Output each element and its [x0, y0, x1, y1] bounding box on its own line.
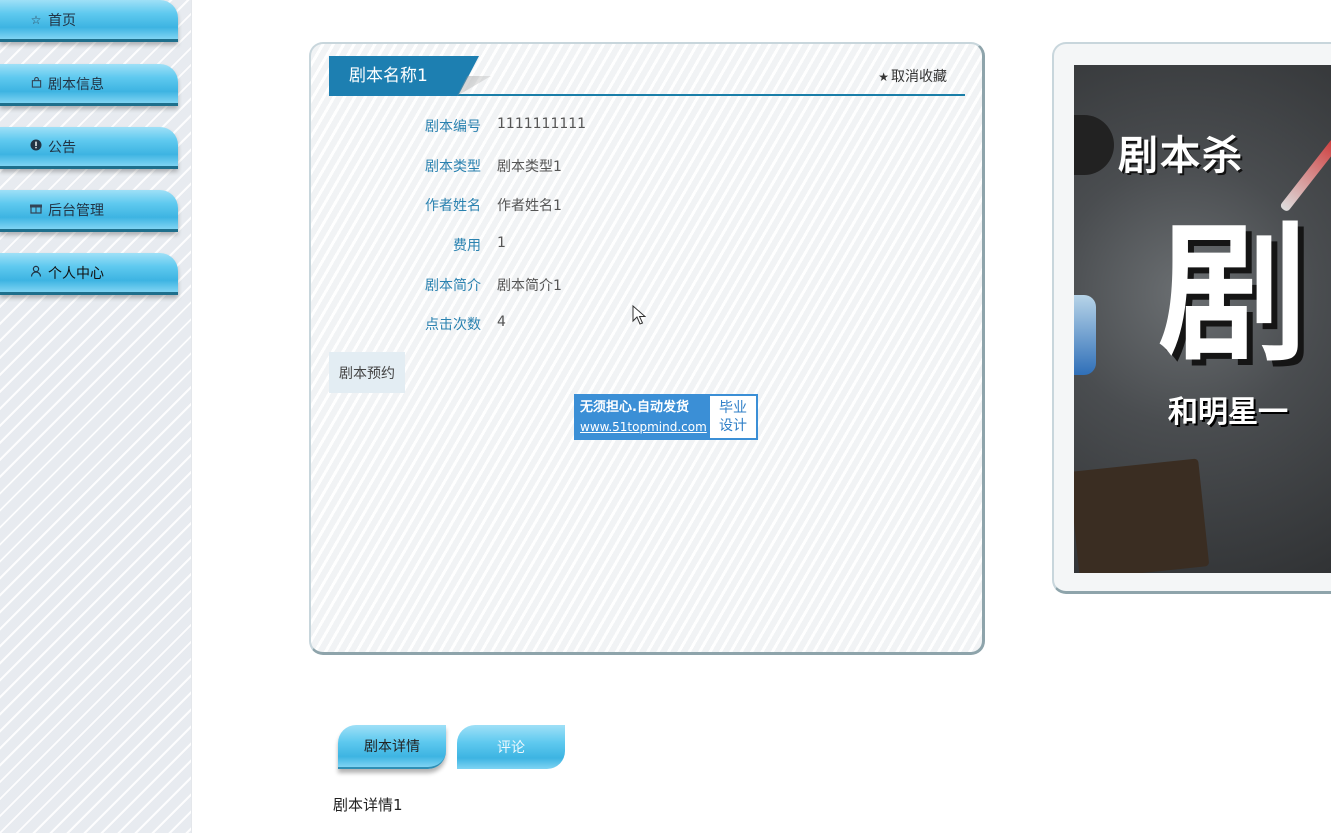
reserve-button[interactable]: 剧本预约: [329, 352, 405, 393]
ad-right-top: 毕业: [719, 400, 747, 416]
sidebar-item-label: 个人中心: [48, 265, 104, 282]
field-row-script-id: 剧本编号 1111111111: [311, 116, 971, 140]
field-value: 1: [497, 235, 506, 251]
field-label: 点击次数: [425, 317, 481, 333]
sidebar-item-script-info[interactable]: 剧本信息: [0, 64, 178, 106]
sidebar-item-label: 首页: [48, 12, 76, 29]
poster-subtitle: 和明星一: [1168, 395, 1288, 430]
field-label: 剧本类型: [425, 159, 481, 175]
field-value: 4: [497, 314, 506, 330]
ad-right-bottom: 设计: [719, 418, 747, 434]
detail-content: 剧本详情1: [333, 796, 403, 814]
sidebar-item-admin[interactable]: 后台管理: [0, 190, 178, 232]
mouse-cursor-icon: [632, 305, 646, 325]
star-filled-icon: ★: [878, 70, 889, 84]
sidebar-item-label: 公告: [48, 139, 76, 156]
sidebar-item-notice[interactable]: 公告: [0, 127, 178, 169]
poster-big-char: 剧: [1158, 208, 1309, 382]
alert-icon: [28, 139, 44, 154]
field-label: 剧本简介: [425, 278, 481, 294]
field-value: 剧本类型1: [497, 159, 562, 175]
ad-banner[interactable]: 无须担心.自动发货 www.51topmind.com 毕业 设计: [574, 394, 758, 440]
field-label: 剧本编号: [425, 119, 481, 135]
sidebar-item-profile[interactable]: 个人中心: [0, 253, 178, 295]
field-row-script-type: 剧本类型 剧本类型1: [311, 156, 971, 180]
unfavorite-button[interactable]: ★ 取消收藏: [878, 66, 947, 86]
unfavorite-label: 取消收藏: [891, 69, 947, 85]
user-icon: [28, 265, 44, 280]
ad-link[interactable]: www.51topmind.com: [580, 418, 710, 436]
tab-comments[interactable]: 评论: [457, 725, 565, 769]
gift-icon: [28, 202, 44, 217]
poster-title: 剧本杀: [1118, 133, 1244, 179]
syringe-shape: [1279, 127, 1331, 213]
sidebar-item-home[interactable]: ☆ 首页: [0, 0, 178, 42]
tab-script-detail[interactable]: 剧本详情: [338, 725, 446, 769]
field-row-author: 作者姓名 作者姓名1: [311, 195, 971, 219]
field-label: 作者姓名: [425, 198, 481, 214]
field-label: 费用: [453, 238, 481, 254]
pin-shape: [1074, 115, 1114, 175]
bag-icon: [28, 76, 44, 91]
sidebar-item-label: 后台管理: [48, 202, 104, 219]
ad-left: 无须担心.自动发货 www.51topmind.com: [576, 396, 710, 438]
poster-card: 剧本杀 剧 和明星一: [1052, 42, 1331, 594]
script-title: 剧本名称1: [329, 56, 479, 96]
field-value: 剧本简介1: [497, 278, 562, 294]
ad-line1: 无须担心.自动发货: [580, 400, 689, 415]
field-value: 1111111111: [497, 116, 587, 132]
ad-right: 毕业 设计: [710, 396, 756, 438]
book-shape: [1074, 458, 1210, 573]
sidebar: ☆ 首页 剧本信息 公告 后台管理 个人中心: [0, 0, 192, 833]
field-value: 作者姓名1: [497, 198, 562, 214]
poster-image: 剧本杀 剧 和明星一: [1074, 65, 1331, 573]
script-detail-card: 剧本名称1 ★ 取消收藏 剧本编号 1111111111 剧本类型 剧本类型1 作…: [309, 42, 985, 655]
field-row-summary: 剧本简介 剧本简介1: [311, 275, 971, 299]
field-row-fee: 费用 1: [311, 235, 971, 259]
sidebar-item-label: 剧本信息: [48, 76, 104, 93]
star-icon: ☆: [30, 12, 42, 27]
title-bar: 剧本名称1 ★ 取消收藏: [329, 56, 965, 96]
flask-shape: [1074, 295, 1096, 375]
